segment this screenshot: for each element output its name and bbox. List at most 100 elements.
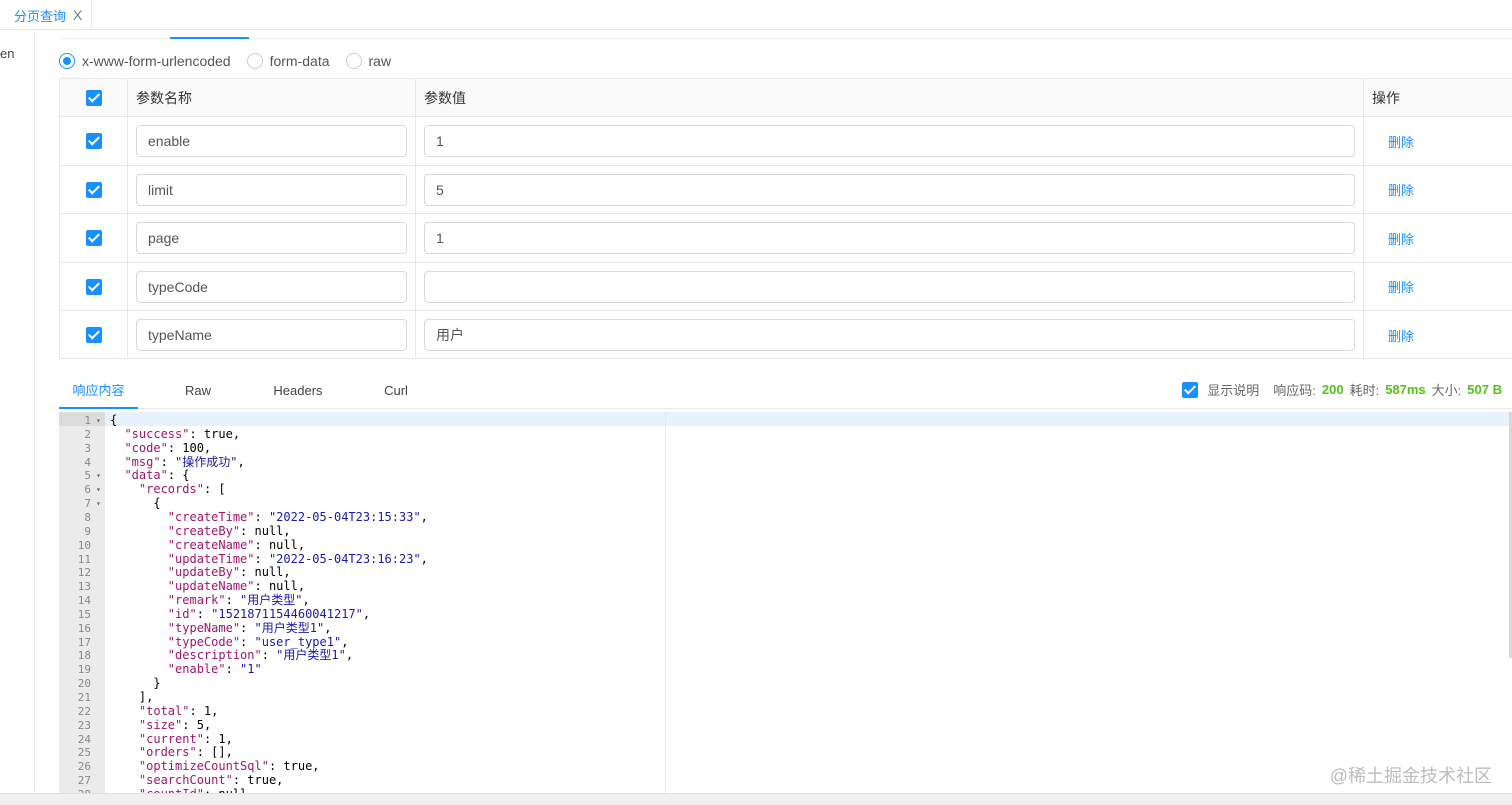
radio-form-data[interactable]: form-data <box>246 52 330 69</box>
tab-headers[interactable]: Headers <box>259 372 337 408</box>
line-number: 4 <box>84 455 91 469</box>
header-operation: 操作 <box>1363 79 1512 116</box>
show-description-checkbox[interactable] <box>1182 381 1199 398</box>
row-checkbox[interactable] <box>85 230 102 246</box>
line-number: 17 <box>77 635 91 649</box>
op-cell: 删除 <box>1363 311 1512 359</box>
tab-raw[interactable]: Raw <box>168 372 228 408</box>
response-code-label: 响应码: <box>1273 383 1316 398</box>
fold-arrow-icon[interactable]: ▾ <box>96 483 104 497</box>
size-value: 507 B <box>1467 382 1502 397</box>
param-value-input[interactable]: 1 <box>424 222 1355 254</box>
delete-link[interactable]: 删除 <box>1388 180 1414 199</box>
line-number: 10 <box>77 538 91 552</box>
line-number: 20 <box>77 677 91 691</box>
table-row: enable 1 删除 <box>60 117 1512 166</box>
tab-label: 分页查询 <box>14 8 67 24</box>
table-row: limit 5 删除 <box>60 166 1512 214</box>
elapsed-value: 587ms <box>1385 382 1426 397</box>
elapsed-label: 耗时: <box>1349 383 1380 398</box>
radio-circle-icon[interactable] <box>246 52 263 69</box>
row-checkbox[interactable] <box>85 133 102 149</box>
value-cell: 5 <box>415 166 1363 213</box>
param-value-input[interactable] <box>424 270 1355 303</box>
line-number: 14 <box>77 594 91 608</box>
op-cell: 删除 <box>1363 117 1512 165</box>
param-name-input[interactable]: typeCode <box>136 270 407 303</box>
header-param-value: 参数值 <box>415 79 1363 116</box>
close-icon[interactable]: X <box>73 7 82 23</box>
watermark: @稀土掘金技术社区 <box>1329 766 1492 786</box>
tab-bar: 分页查询 X <box>0 0 1512 30</box>
line-number: 12 <box>77 566 91 580</box>
line-number: 15 <box>77 607 91 621</box>
radio-label: raw <box>368 52 392 69</box>
param-value-input[interactable]: 1 <box>424 125 1355 157</box>
table-row: typeName 用户 删除 <box>60 311 1512 359</box>
line-number: 3 <box>84 441 91 455</box>
line-number: 25 <box>77 746 91 760</box>
select-all-checkbox[interactable] <box>85 89 102 106</box>
header-divider <box>60 38 1512 39</box>
row-checkbox[interactable] <box>85 181 102 198</box>
radio-x-www-form-urlencoded[interactable]: x-www-form-urlencoded <box>59 52 231 69</box>
param-name-input[interactable]: enable <box>136 125 407 157</box>
line-number: 21 <box>77 691 91 704</box>
name-cell: page <box>127 214 415 262</box>
value-cell <box>415 263 1363 310</box>
value-cell: 1 <box>415 214 1363 262</box>
row-checkbox[interactable] <box>85 278 102 295</box>
delete-link[interactable]: 删除 <box>1388 277 1414 296</box>
params-table: 参数名称 参数值 操作 enable 1 删除 limit 5 删除 page … <box>59 78 1512 359</box>
response-code-value: 200 <box>1321 382 1344 397</box>
horizontal-scrollbar[interactable] <box>0 793 1512 805</box>
line-number: 24 <box>77 732 91 746</box>
param-value-input[interactable]: 5 <box>424 173 1355 206</box>
param-name-input[interactable]: limit <box>136 173 407 206</box>
line-number: 23 <box>77 718 91 732</box>
table-row: typeCode 删除 <box>60 263 1512 311</box>
name-cell: typeCode <box>127 263 415 310</box>
params-header-row: 参数名称 参数值 操作 <box>60 79 1512 117</box>
param-name-input[interactable]: page <box>136 222 407 254</box>
row-checkbox[interactable] <box>85 327 102 343</box>
fold-arrow-icon[interactable]: ▾ <box>96 414 104 428</box>
line-number: 11 <box>77 552 91 566</box>
row-check-cell <box>60 166 127 213</box>
delete-link[interactable]: 删除 <box>1388 326 1414 345</box>
row-check-cell <box>60 311 127 359</box>
left-sidebar: en <box>0 31 35 791</box>
line-number: 16 <box>77 621 91 635</box>
response-status: 显示说明 响应码: 200 耗时: 587ms 大小: 507 B <box>1182 380 1502 399</box>
delete-link[interactable]: 删除 <box>1388 229 1414 248</box>
tab-curl[interactable]: Curl <box>369 372 423 408</box>
op-cell: 删除 <box>1363 166 1512 213</box>
delete-link[interactable]: 删除 <box>1388 132 1414 151</box>
param-value-input[interactable]: 用户 <box>424 319 1355 351</box>
sidebar-text: en <box>0 46 15 61</box>
line-number: 2 <box>84 427 91 441</box>
fold-arrow-icon[interactable]: ▾ <box>96 497 104 511</box>
size-label: 大小: <box>1431 383 1462 398</box>
tab-response-content[interactable]: 响应内容 <box>59 372 138 409</box>
line-number: 18 <box>77 649 91 663</box>
param-name-input[interactable]: typeName <box>136 319 407 351</box>
header-param-name: 参数名称 <box>127 79 415 116</box>
table-row: page 1 删除 <box>60 214 1512 263</box>
line-number: 9 <box>84 524 91 538</box>
radio-label: x-www-form-urlencoded <box>82 52 231 69</box>
row-check-cell <box>60 117 127 165</box>
radio-circle-icon[interactable] <box>59 52 75 69</box>
op-cell: 删除 <box>1363 214 1512 262</box>
response-tabs: 响应内容 Raw Headers Curl 显示说明 响应码: 200 耗时: … <box>59 372 1512 409</box>
op-cell: 删除 <box>1363 263 1512 310</box>
radio-circle-icon[interactable] <box>345 52 362 69</box>
row-check-cell <box>60 214 127 262</box>
header-active-indicator <box>170 37 249 39</box>
radio-raw[interactable]: raw <box>345 52 392 69</box>
fold-arrow-icon[interactable]: ▾ <box>96 469 104 483</box>
tab-paged-query[interactable]: 分页查询 X <box>0 0 92 30</box>
response-code-editor[interactable]: 1 ▾{2 "success": true, 3 "code": 100, 4 "ms… <box>59 412 1512 793</box>
value-cell: 1 <box>415 117 1363 165</box>
line-number: 26 <box>77 760 91 774</box>
